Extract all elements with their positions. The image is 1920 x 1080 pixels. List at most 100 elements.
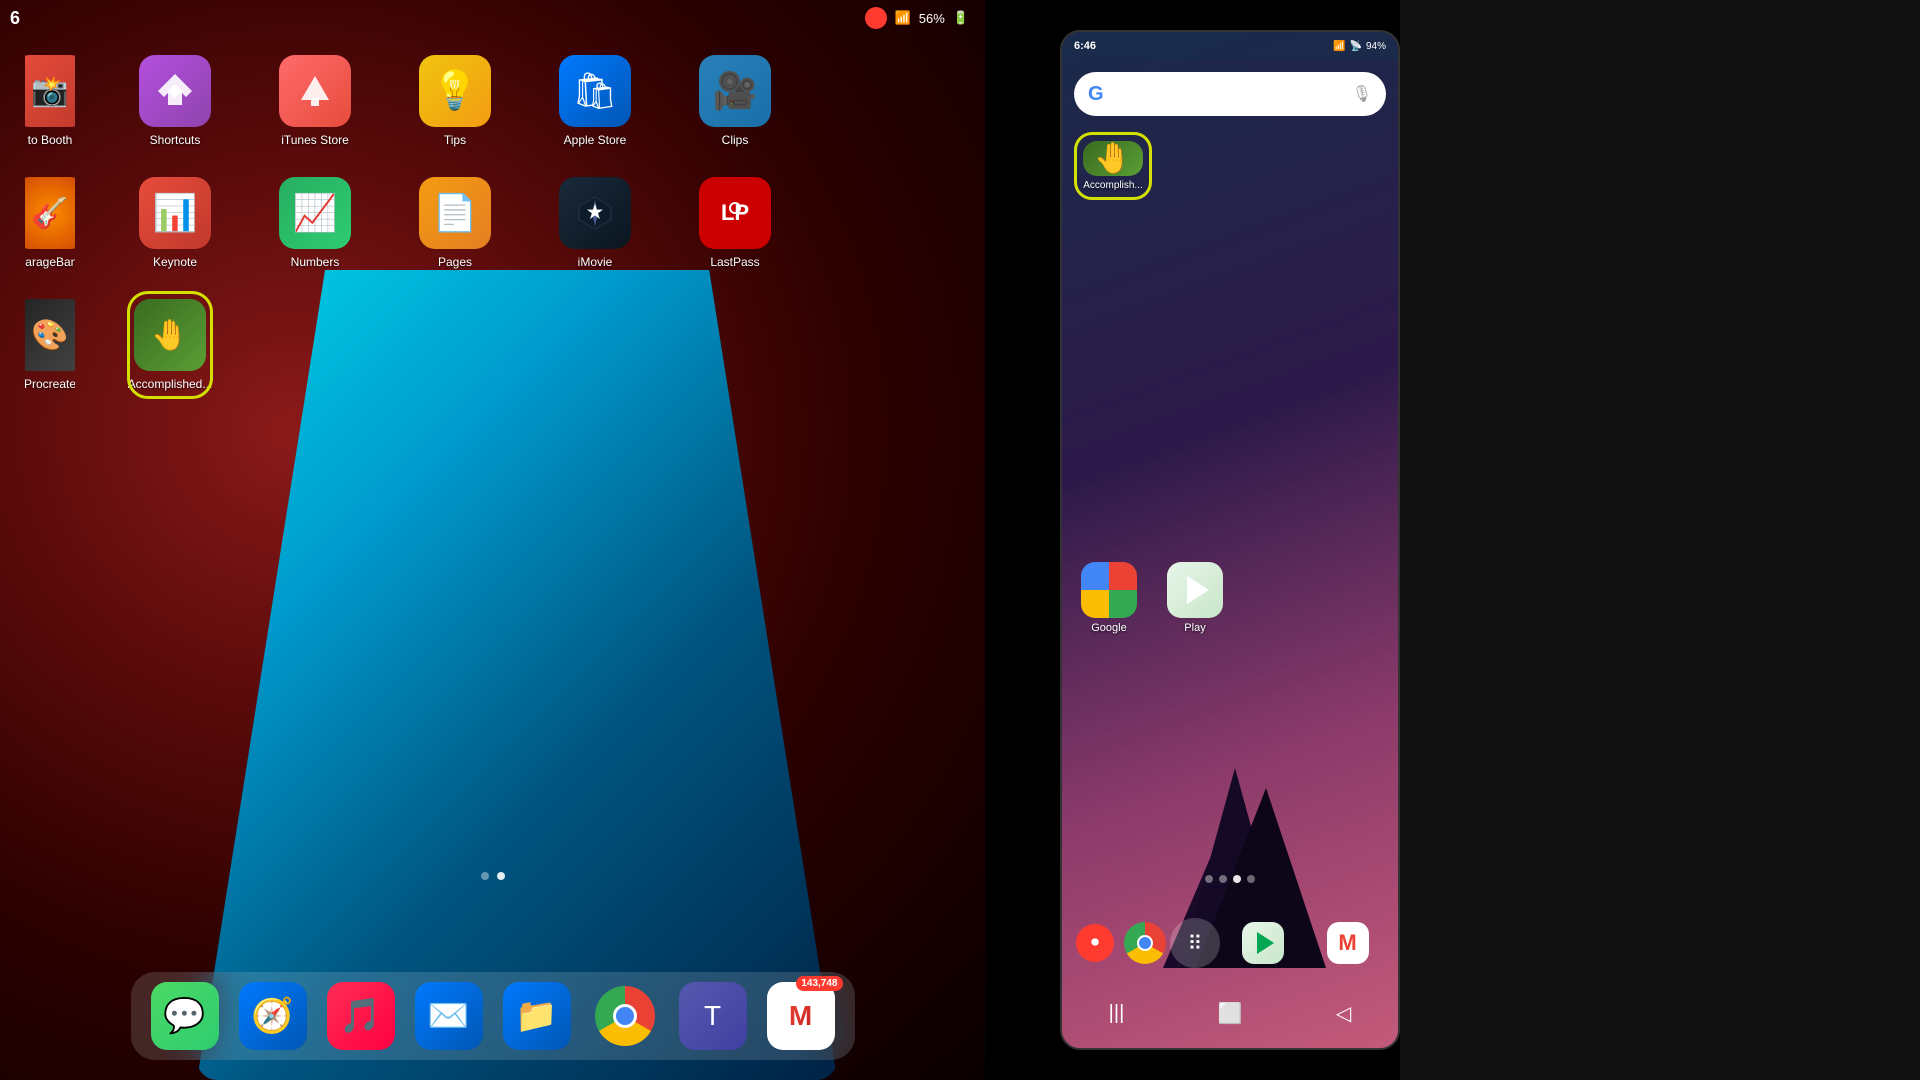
dock-mail[interactable]: ✉️	[415, 982, 483, 1050]
android-signal-icon: 📶	[1333, 41, 1345, 52]
android-nav-back[interactable]: ◁	[1326, 991, 1361, 1036]
app-label-accomplished: Accomplished...	[128, 377, 213, 391]
chrome-outer-ring	[595, 986, 655, 1046]
ipad-dock: 💬 🧭 🎵 ✉️ 📁 T M 143,748	[131, 972, 855, 1060]
app-label-procreate: Procreate	[25, 377, 75, 391]
status-icons: 📶 56% 🔋	[865, 7, 969, 29]
app-tips[interactable]: 💡 Tips	[415, 55, 495, 147]
android-dot-3	[1233, 875, 1241, 883]
android-dock-gmail[interactable]: M	[1327, 922, 1369, 964]
android-chrome-inner	[1137, 935, 1153, 951]
page-indicators	[481, 872, 505, 880]
android-accomplished-icon: 🤚	[1083, 141, 1143, 176]
android-record-icon: ⏺	[1076, 924, 1114, 962]
battery-pct: 56%	[919, 11, 945, 26]
chrome-inner-circle	[613, 1004, 637, 1028]
app-apple-store[interactable]: 🛍 Apple Store	[555, 55, 635, 147]
app-label-keynote: Keynote	[153, 255, 197, 269]
dock-chrome[interactable]	[591, 982, 659, 1050]
dock-safari[interactable]: 🧭	[239, 982, 307, 1050]
google-grid	[1081, 562, 1137, 618]
battery-icon: 🔋	[953, 10, 969, 26]
android-phone: 6:46 📶 📡 94% G 🎙 🤚 Accomplish...	[1060, 30, 1400, 1050]
app-clips[interactable]: 🎥 Clips	[695, 55, 775, 147]
app-lastpass[interactable]: LP LastPass	[695, 177, 775, 269]
app-label-lastpass: LastPass	[710, 255, 759, 269]
android-dock: ⏺ ⠿ M	[1070, 918, 1390, 968]
app-accomplished[interactable]: 🤚 Accomplished...	[130, 294, 210, 396]
android-navbar: ||| ⬜ ◁	[1062, 988, 1398, 1038]
app-label-tips: Tips	[444, 133, 466, 147]
dock-messages[interactable]: 💬	[151, 982, 219, 1050]
android-play-icon	[1167, 562, 1223, 618]
app-row-2: 🎸 GarageBand 📊 Keynote 📈 Numbers 📄	[80, 177, 905, 269]
dock-teams[interactable]: T	[679, 982, 747, 1050]
android-dot-4	[1247, 875, 1255, 883]
page-dot-1	[481, 872, 489, 880]
android-dot-2	[1219, 875, 1227, 883]
app-label-clips: Clips	[722, 133, 749, 147]
android-search-input[interactable]	[1114, 72, 1342, 116]
android-battery: 94%	[1366, 41, 1386, 52]
app-procreate[interactable]: 🎨 Procreate	[25, 299, 75, 391]
android-dock-apps[interactable]: ⠿	[1170, 918, 1220, 968]
dock-files[interactable]: 📁	[503, 982, 571, 1050]
android-dot-1	[1205, 875, 1213, 883]
android-search-bar[interactable]: G 🎙	[1074, 72, 1386, 116]
ipad-app-grid: 📸 to Booth Shortcuts iTunes Store �	[0, 55, 985, 421]
android-page-dots	[1205, 875, 1255, 883]
android-status-icons: 📶 📡 94%	[1333, 41, 1386, 52]
android-nav-menu[interactable]: |||	[1099, 992, 1135, 1035]
google-blue-square	[1081, 562, 1109, 590]
google-red-square	[1109, 562, 1137, 590]
app-label-shortcuts: Shortcuts	[150, 133, 201, 147]
app-label-apple-store: Apple Store	[564, 133, 627, 147]
app-keynote[interactable]: 📊 Keynote	[135, 177, 215, 269]
playstore-triangle	[1257, 932, 1274, 954]
android-accomplished-app[interactable]: 🤚 Accomplish...	[1074, 132, 1152, 200]
android-wifi-icon: 📡	[1350, 41, 1362, 52]
app-label-garageband: GarageBand	[25, 255, 75, 269]
app-pages[interactable]: 📄 Pages	[415, 177, 495, 269]
android-play-app[interactable]: Play	[1160, 562, 1230, 634]
google-green-square	[1109, 590, 1137, 618]
android-dock-chrome[interactable]	[1120, 918, 1170, 968]
dock-music[interactable]: 🎵	[327, 982, 395, 1050]
android-nav-home[interactable]: ⬜	[1208, 991, 1253, 1036]
android-google-app[interactable]: Google	[1074, 562, 1144, 634]
app-label-itunes: iTunes Store	[281, 133, 349, 147]
ipad-statusbar: 6 📶 56% 🔋	[0, 0, 985, 36]
svg-text:★: ★	[587, 202, 604, 222]
app-imovie[interactable]: ★ iMovie	[555, 177, 635, 269]
android-google-icon	[1081, 562, 1137, 618]
record-dot	[865, 7, 887, 29]
app-label-pages: Pages	[438, 255, 472, 269]
app-row-3: 🎨 Procreate 🤚 Accomplished...	[80, 299, 905, 391]
dock-gmail[interactable]: M 143,748	[767, 982, 835, 1050]
app-label-numbers: Numbers	[291, 255, 340, 269]
app-itunes-store[interactable]: iTunes Store	[275, 55, 355, 147]
teams-icon: T	[704, 1000, 721, 1032]
app-numbers[interactable]: 📈 Numbers	[275, 177, 355, 269]
android-time: 6:46	[1074, 40, 1096, 52]
android-accomplished-label: Accomplish...	[1083, 180, 1142, 191]
android-dock-record[interactable]: ⏺	[1070, 918, 1120, 968]
safari-icon: 🧭	[251, 996, 293, 1036]
app-label-imovie: iMovie	[578, 255, 613, 269]
page-dot-2	[497, 872, 505, 880]
android-chrome-outer	[1124, 922, 1166, 964]
android-gmail-icon: M	[1338, 930, 1356, 956]
app-garageband[interactable]: 🎸 GarageBand	[25, 177, 75, 269]
gmail-icon: M	[789, 1000, 812, 1032]
microphone-icon[interactable]: 🎙	[1352, 84, 1372, 104]
app-shortcuts[interactable]: Shortcuts	[135, 55, 215, 147]
app-label-photo-booth: to Booth	[28, 133, 73, 147]
android-dock-playstore[interactable]	[1242, 922, 1284, 964]
wifi-icon: 📶	[895, 10, 911, 26]
app-photo-booth[interactable]: 📸 to Booth	[25, 55, 75, 147]
messages-icon: 💬	[163, 996, 205, 1036]
ipad-screen: 6 📶 56% 🔋 📸 to Booth Shortcuts	[0, 0, 985, 1080]
android-google-label: Google	[1091, 622, 1126, 634]
android-apps-grid-icon: ⠿	[1188, 931, 1203, 956]
mail-icon: ✉️	[427, 996, 469, 1036]
